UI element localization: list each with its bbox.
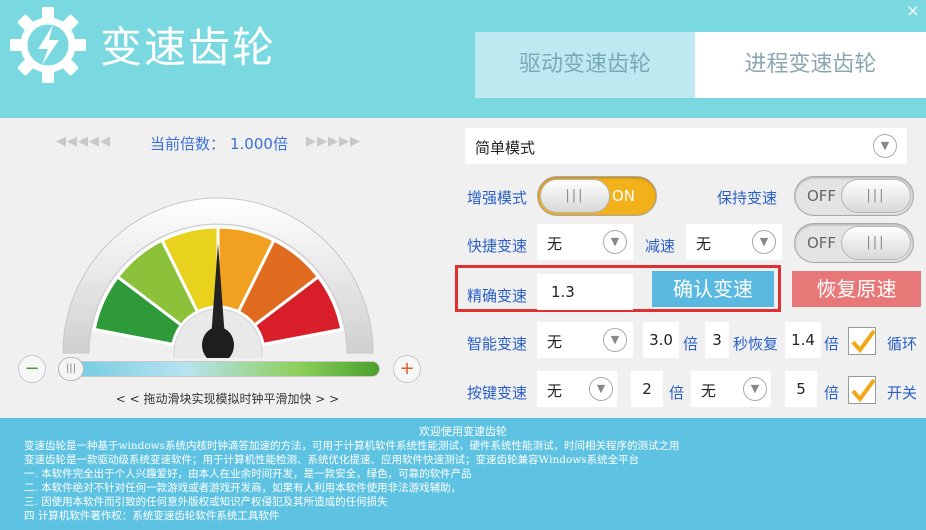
mode-select[interactable]: 简单模式 ▼	[465, 128, 907, 164]
toggle-state-text: OFF	[807, 234, 837, 252]
speed-gauge-panel: ◀◀◀◀◀ 当前倍数： 1.000倍 ▶▶▶▶▶ − ||| + < < 拖动滑…	[0, 118, 455, 418]
keypress-speed-value: 无	[547, 382, 563, 400]
toggle-state-text: OFF	[807, 187, 837, 205]
current-rate-value: 1.000倍	[230, 135, 288, 153]
left-arrows-icon: ◀◀◀◀◀	[56, 134, 111, 149]
toggle-knob: |||	[841, 226, 911, 260]
app-header: 变速齿轮 × 驱动变速齿轮 进程变速齿轮	[0, 0, 926, 98]
keypress-speed-select-2[interactable]: 无 ▼	[691, 371, 771, 407]
smart-restore-input[interactable]: 1.4	[785, 322, 821, 358]
hotkey-toggle[interactable]: OFF |||	[794, 223, 914, 263]
header-strip	[0, 98, 926, 118]
checkmark-icon	[851, 329, 876, 354]
enable-label: 开关	[887, 384, 918, 402]
restore-speed-button[interactable]: 恢复原速	[792, 271, 921, 307]
chevron-down-icon[interactable]: ▼	[752, 230, 776, 254]
chevron-down-icon[interactable]: ▼	[603, 230, 627, 254]
smart-speed-value: 无	[547, 333, 563, 351]
smart-multiplier-input[interactable]: 3.0	[643, 322, 679, 358]
chevron-down-icon[interactable]: ▼	[589, 377, 613, 401]
chevron-down-icon[interactable]: ▼	[743, 377, 767, 401]
times-unit-label: 倍	[669, 384, 685, 402]
keypress-speed-value-2: 无	[701, 382, 717, 400]
gear-lightning-logo-icon	[10, 7, 86, 83]
enable-checkbox[interactable]	[848, 376, 876, 404]
loop-checkbox[interactable]	[848, 327, 876, 355]
slow-down-label: 减速	[645, 237, 676, 255]
slider-hint-text: < < 拖动滑块实现模拟时钟平滑加快 > >	[115, 392, 340, 406]
keypress-speed-label: 按键变速	[467, 384, 528, 402]
times-unit-label: 倍	[824, 384, 840, 402]
mode-select-value: 简单模式	[475, 139, 536, 157]
keep-speed-label: 保持变速	[717, 189, 778, 207]
seconds-restore-label: 秒恢复	[733, 335, 779, 353]
smart-speed-label: 智能变速	[467, 335, 528, 353]
info-line: 三. 因使用本软件而引致的任何意外版权或知识产权侵犯及其所造成的任何损失	[24, 496, 388, 508]
tab-driver-speed-gear[interactable]: 驱动变速齿轮	[475, 32, 695, 98]
smart-seconds-input[interactable]: 3	[705, 322, 729, 358]
slow-down-value: 无	[696, 235, 712, 253]
right-arrows-icon: ▶▶▶▶▶	[306, 134, 361, 149]
toggle-knob: |||	[540, 179, 610, 213]
precise-speed-input[interactable]: 1.3	[537, 274, 633, 310]
info-line: 变速齿轮是一种基于windows系统内核时钟滴答加速的方法，可用于计算机软件系统…	[24, 440, 680, 452]
controls-panel: 简单模式 ▼ 增强模式 ||| ON 保持变速 OFF ||| 快捷变速 无 ▼…	[455, 118, 926, 418]
precise-speed-label: 精确变速	[467, 287, 528, 305]
info-line: 四 计算机软件著作权：系统变速齿轮软件系统工具软件	[24, 510, 280, 522]
keypress-speed-select[interactable]: 无 ▼	[537, 371, 617, 407]
speed-gauge	[62, 197, 374, 358]
app-title: 变速齿轮	[100, 23, 277, 72]
current-rate-label: 当前倍数：	[150, 135, 226, 153]
toggle-state-text: ON	[612, 187, 636, 205]
enhance-mode-toggle[interactable]: ||| ON	[537, 176, 657, 216]
keypress-multiplier-input-2[interactable]: 5	[785, 371, 817, 407]
hotkey-speed-value: 无	[547, 235, 563, 253]
decrease-speed-button[interactable]: −	[18, 355, 46, 383]
info-title: 欢迎使用变速齿轮	[419, 425, 507, 438]
close-button[interactable]: ×	[904, 2, 922, 20]
slow-down-select[interactable]: 无 ▼	[686, 224, 782, 260]
speed-slider-thumb[interactable]: |||	[58, 357, 84, 381]
chevron-down-icon[interactable]: ▼	[873, 134, 897, 158]
tab-process-speed-gear[interactable]: 进程变速齿轮	[695, 32, 926, 98]
info-line: 一. 本软件完全出于个人兴趣爱好，由本人在业余时间开发，是一款安全，绿色，可靠的…	[24, 468, 472, 480]
toggle-knob: |||	[841, 179, 911, 213]
hotkey-speed-select[interactable]: 无 ▼	[537, 224, 633, 260]
hotkey-speed-label: 快捷变速	[467, 237, 528, 255]
times-unit-label: 倍	[683, 335, 699, 353]
confirm-speed-button[interactable]: 确认变速	[652, 271, 774, 307]
increase-speed-button[interactable]: +	[393, 355, 421, 383]
speed-slider-track[interactable]	[58, 361, 380, 377]
checkmark-icon	[851, 378, 876, 403]
info-line: 变速齿轮是一款驱动级系统变速软件；用于计算机性能检测、系统优化提速、应用软件快速…	[24, 454, 640, 466]
keep-speed-toggle[interactable]: OFF |||	[794, 176, 914, 216]
info-panel: 欢迎使用变速齿轮 变速齿轮是一种基于windows系统内核时钟滴答加速的方法，可…	[0, 418, 926, 530]
loop-label: 循环	[887, 335, 918, 353]
chevron-down-icon[interactable]: ▼	[603, 328, 627, 352]
times-unit-label: 倍	[824, 335, 840, 353]
keypress-multiplier-input[interactable]: 2	[631, 371, 663, 407]
smart-speed-select[interactable]: 无 ▼	[537, 322, 633, 358]
info-line: 二. 本软件绝对不针对任何一款游戏或者游戏开发商，如果有人利用本软件使用非法游戏…	[24, 482, 462, 494]
enhance-mode-label: 增强模式	[467, 189, 528, 207]
